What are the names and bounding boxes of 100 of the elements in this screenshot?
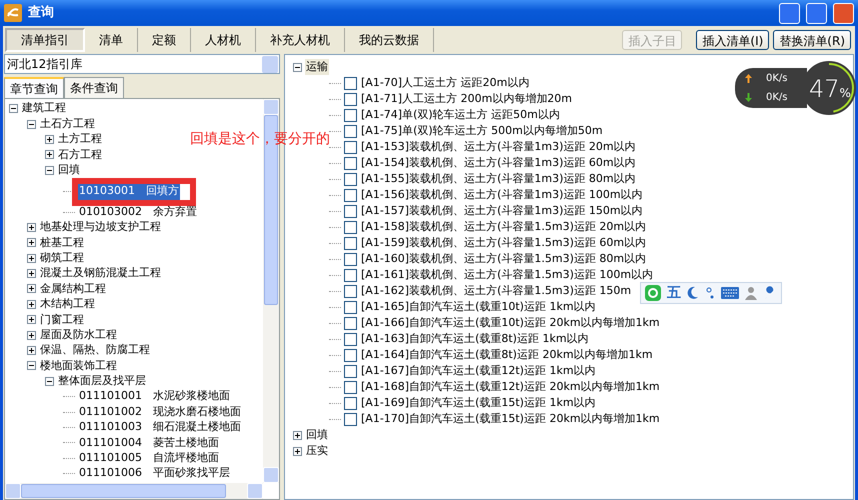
quota-item[interactable]: [A1-160]装载机倒、运土方(斗容量1.5m3)运距 80m以内 [360,250,648,268]
tree-node[interactable]: 土石方工程 [39,116,96,132]
keyboard-icon[interactable] [721,287,739,299]
expand-icon[interactable] [27,315,36,324]
tree-node[interactable]: 楼地面装饰工程 [39,358,118,374]
quota-item[interactable]: [A1-74]单(双)轮车运土方 运距50m以内 [360,106,561,124]
tree-item[interactable]: 010103002 余方弃置 [78,204,198,220]
tree-node[interactable]: 金属结构工程 [39,280,107,298]
quota-item[interactable]: [A1-158]装载机倒、运土方(斗容量1.5m3)运距 20m以内 [360,218,648,236]
expand-icon[interactable] [45,150,54,160]
checkbox[interactable] [344,412,357,426]
checkbox[interactable] [344,92,357,106]
quota-item[interactable]: [A1-161]装载机倒、运土方(斗容量1.5m3)运距 100m以内 [360,266,654,284]
quota-item[interactable]: [A1-168]自卸汽车运土(载重12t)运距 20km以内每增加1km [360,378,661,396]
quota-item[interactable]: [A1-169]自卸汽车运土(载重15t)运距 1km以内 [360,394,597,412]
checkbox[interactable] [344,252,357,266]
checkbox[interactable] [344,268,357,282]
tree-item[interactable]: 10103001 回填方 [78,183,180,200]
quota-item[interactable]: [A1-71]人工运土方 200m以内每增加20m [360,90,573,108]
tree-node[interactable]: 桩基工程 [39,234,85,252]
tree-node[interactable]: 整体面层及找平层 [57,373,147,390]
ime-mode[interactable]: 五 [667,282,681,304]
quota-item[interactable]: [A1-167]自卸汽车运土(载重12t)运距 1km以内 [360,362,597,380]
checkbox[interactable] [344,380,357,394]
checkbox[interactable] [344,364,357,378]
tree-node[interactable]: 建筑工程 [21,100,67,117]
expand-icon[interactable] [27,346,36,356]
library-select[interactable]: 河北12指引库 [4,54,280,74]
checkbox[interactable] [344,76,357,90]
quota-item[interactable]: [A1-164]自卸汽车运土(载重8t)运距 20km以内每增加1km [360,346,654,364]
expand-icon[interactable] [27,300,36,309]
collapse-icon[interactable] [27,361,36,370]
punctuation-icon[interactable] [705,286,715,300]
checkbox[interactable] [344,140,357,154]
checkbox[interactable] [344,108,357,122]
tree-node[interactable]: 砌筑工程 [39,250,85,266]
checkbox[interactable] [344,124,357,138]
tree-node[interactable]: 石方工程 [57,146,103,164]
collapse-icon[interactable] [27,120,36,129]
quota-item[interactable]: [A1-153]装载机倒、运土方(斗容量1m3)运距 20m以内 [360,138,637,156]
quota-item[interactable]: [A1-70]人工运土方 运距20m以内 [360,74,530,92]
expand-icon[interactable] [27,254,36,263]
tree-item[interactable]: 011101001 水泥砂浆楼地面 [78,388,231,405]
tree-node[interactable]: 运输 [305,58,329,76]
expand-icon[interactable] [27,284,36,294]
collapse-icon[interactable] [45,166,54,175]
quota-item[interactable]: [A1-155]装载机倒、运土方(斗容量1m3)运距 80m以内 [360,170,637,188]
expand-icon[interactable] [27,222,36,232]
quota-item[interactable]: [A1-162]装载机倒、运土方(斗容量1.5m3)运距 150m [360,282,632,300]
expand-icon[interactable] [27,330,36,340]
quota-item[interactable]: [A1-166]自卸汽车运土(载重10t)运距 20km以内每增加1km [360,314,661,332]
toolbar-button[interactable]: 插入清单(I) [696,30,770,50]
tab[interactable]: 条件查询 [64,77,124,98]
quota-item[interactable]: [A1-154]装载机倒、运土方(斗容量1m3)运距 60m以内 [360,154,637,172]
quota-item[interactable]: [A1-170]自卸汽车运土(载重15t)运距 20km以内每增加1km [360,410,661,428]
ime-logo-icon[interactable] [645,285,661,301]
tree-node[interactable]: 压实 [305,442,329,460]
collapse-icon[interactable] [9,104,18,114]
quota-item[interactable]: [A1-156]装载机倒、运土方(斗容量1m3)运距 100m以内 [360,186,644,204]
user-icon[interactable] [745,286,757,300]
tree-node[interactable]: 回填 [57,162,81,179]
expand-icon[interactable] [45,134,54,144]
tree-node[interactable]: 地基处理与边坡支护工程 [39,219,162,236]
tree-node[interactable]: 土方工程 [57,131,103,148]
minimize-button[interactable] [779,2,800,24]
checkbox[interactable] [344,332,357,346]
horizontal-scrollbar[interactable] [5,483,263,499]
checkbox[interactable] [344,220,357,234]
tree-item[interactable]: 011101003 细石混凝土楼地面 [78,419,242,436]
tree-item[interactable]: 011101004 菱苦土楼地面 [78,434,220,452]
checkbox[interactable] [344,300,357,314]
checkbox[interactable] [344,316,357,330]
quota-item[interactable]: [A1-163]自卸汽车运土(载重8t)运距 1km以内 [360,330,590,348]
toolbar-button[interactable]: 替换清单(R) [773,30,851,50]
checkbox[interactable] [344,236,357,250]
checkbox[interactable] [344,188,357,202]
checkbox[interactable] [344,156,357,170]
tree-item[interactable]: 011101006 平面砂浆找平层 [78,465,231,482]
checkbox[interactable] [344,172,357,186]
tab[interactable]: 章节查询 [4,77,64,98]
quota-item[interactable]: [A1-159]装载机倒、运土方(斗容量1.5m3)运距 60m以内 [360,234,648,252]
tab[interactable]: 清单指引 [5,28,85,52]
tree-item[interactable]: 011101005 自流坪楼地面 [78,450,220,467]
checkbox[interactable] [344,284,357,298]
expand-icon[interactable] [27,238,36,248]
tree-item[interactable]: 011101002 现浇水磨石楼地面 [78,404,242,420]
checkbox[interactable] [344,348,357,362]
tree-node[interactable]: 屋面及防水工程 [39,326,118,344]
quota-item[interactable]: [A1-157]装载机倒、运土方(斗容量1m3)运距 150m以内 [360,202,644,220]
expand-icon[interactable] [293,446,302,456]
collapse-icon[interactable] [293,62,302,72]
close-button[interactable] [833,2,854,24]
tree-node[interactable]: 木结构工程 [39,296,96,313]
checkbox[interactable] [344,204,357,218]
expand-icon[interactable] [293,430,302,440]
maximize-button[interactable] [806,2,827,24]
tree-node[interactable]: 门窗工程 [39,312,85,328]
moon-icon[interactable] [687,286,699,300]
checkbox[interactable] [344,396,357,410]
tree-node[interactable]: 保温、隔热、防腐工程 [39,342,151,359]
